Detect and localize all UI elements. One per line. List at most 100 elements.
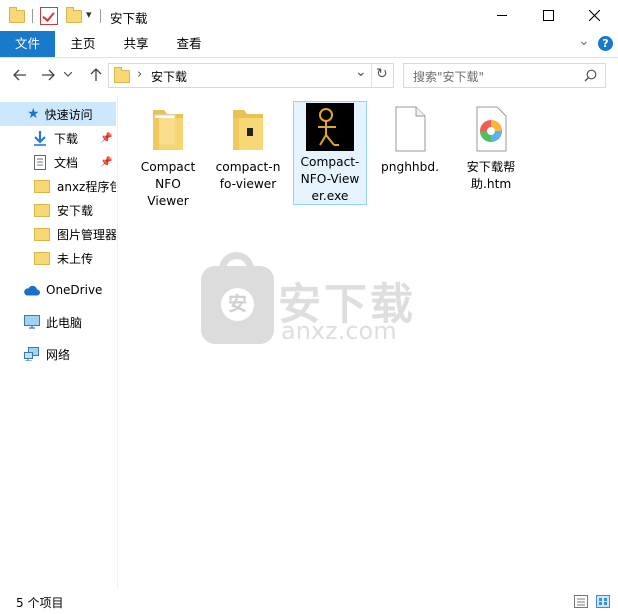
sidebar-item-label: 未上传 [57, 251, 94, 266]
pin-icon: 📌 [100, 132, 113, 144]
sidebar-item-label: 安下载 [57, 203, 94, 218]
file-name-line: Compact- [300, 155, 360, 169]
htm-file-icon [476, 106, 507, 152]
folder-icon [34, 251, 50, 265]
file-item-pnghhbd[interactable]: pnghhbd. [374, 102, 446, 176]
sidebar-item-label: 快速访问 [44, 107, 93, 122]
file-item-compact-nfo-viewer-exe[interactable]: Compact- NFO-View er.exe [293, 101, 367, 205]
sidebar-item-this-pc[interactable]: 此电脑 [0, 310, 116, 334]
address-dropdown-chevron-icon[interactable]: ⌄ [355, 64, 367, 80]
refresh-icon[interactable]: ↻ [376, 66, 388, 82]
sidebar-item-label: OneDrive [46, 283, 103, 297]
sidebar-item-label: 下载 [54, 131, 79, 146]
watermark-subtext: anxz.com [281, 317, 397, 345]
divider [371, 64, 372, 87]
file-name: 安下载帮 助.htm [455, 159, 527, 193]
properties-check-icon[interactable] [40, 7, 58, 25]
sidebar-item-label: anxz程序包 [57, 179, 116, 194]
chevron-down-icon [64, 72, 72, 77]
sidebar-item-onedrive[interactable]: OneDrive [0, 278, 116, 302]
nfo-figure-icon [318, 108, 339, 146]
folder-icon [34, 203, 50, 217]
sidebar-item-label: 图片管理器 [57, 227, 116, 242]
sidebar-item-label: 网络 [46, 347, 71, 362]
tab-file[interactable]: 文件 [0, 31, 55, 57]
forward-arrow-icon [42, 69, 55, 81]
file-name: Compact NFO Viewer [132, 159, 204, 210]
search-input[interactable]: 搜索"安下载" [413, 68, 484, 85]
watermark-badge: 安 [221, 288, 254, 321]
file-name-line: 助.htm [470, 177, 512, 191]
document-icon [34, 154, 46, 170]
back-button[interactable] [9, 64, 31, 86]
sidebar-item-label: 此电脑 [46, 315, 83, 330]
close-icon [588, 10, 600, 21]
file-item-compact-nfo-viewer-folder[interactable]: Compact NFO Viewer [132, 102, 204, 210]
sidebar-item-anxiazai[interactable]: 安下载 [0, 198, 116, 222]
star-icon: ★ [27, 106, 40, 122]
window-title: 安下载 [110, 11, 148, 26]
application-icon [306, 103, 354, 151]
sidebar-item-documents[interactable]: 文档 📌 [0, 150, 116, 174]
file-name-line: Viewer [147, 194, 189, 208]
tab-share[interactable]: 共享 [116, 31, 156, 57]
download-arrow-icon [34, 130, 46, 146]
file-name-line: NFO-View [300, 172, 360, 186]
sidebar-item-not-uploaded[interactable]: 未上传 [0, 246, 116, 270]
file-name-line: fo-viewer [219, 177, 277, 191]
minimize-icon [497, 15, 507, 16]
details-view-icon[interactable] [574, 595, 588, 608]
large-icons-view-icon[interactable] [596, 595, 610, 608]
file-name: Compact- NFO-View er.exe [294, 154, 366, 205]
blank-file-icon [395, 106, 426, 152]
search-icon[interactable] [584, 69, 597, 82]
customize-quick-access-dropdown[interactable]: ▾ [86, 8, 92, 21]
file-name-line: pnghhbd. [381, 160, 439, 174]
item-count: 5 个项目 [16, 596, 64, 610]
address-location[interactable]: 安下载 [151, 68, 187, 85]
navigation-pane: ★ 快速访问 下载 📌 文档 📌 anxz程序包 安下载 图片管理器 未上传 O… [0, 96, 117, 590]
cloud-icon [24, 285, 40, 295]
folder-icon [34, 179, 50, 193]
toolbar-separator [100, 9, 101, 23]
tab-view[interactable]: 查看 [169, 31, 209, 57]
folder-icon [233, 110, 263, 150]
watermark-logo: 安 [201, 252, 274, 344]
minimize-button[interactable] [479, 0, 525, 31]
forward-button[interactable] [37, 64, 59, 86]
maximize-icon [542, 10, 554, 21]
file-name: compact-n fo-viewer [212, 159, 284, 193]
close-button[interactable] [571, 0, 617, 31]
folder-icon [153, 110, 183, 150]
file-item-help-htm[interactable]: 安下载帮 助.htm [455, 102, 527, 193]
up-button[interactable] [85, 64, 107, 86]
new-folder-icon[interactable] [66, 7, 82, 23]
back-arrow-icon [13, 69, 26, 81]
file-name-line: 安下载帮 [466, 160, 516, 174]
folder-icon [34, 227, 50, 241]
maximize-button[interactable] [525, 0, 571, 31]
file-name: pnghhbd. [374, 159, 446, 176]
help-icon[interactable]: ? [598, 36, 613, 51]
status-bar: 5 个项目 [0, 590, 618, 614]
sidebar-item-network[interactable]: 网络 [0, 342, 116, 366]
file-name-line: NFO [155, 177, 181, 191]
sidebar-item-anxz[interactable]: anxz程序包 [0, 174, 116, 198]
expand-ribbon-chevron-icon[interactable]: ⌄ [578, 33, 590, 49]
sidebar-item-downloads[interactable]: 下载 📌 [0, 126, 116, 150]
sidebar-item-quick-access[interactable]: ★ 快速访问 [0, 102, 116, 126]
toolbar-separator [32, 9, 33, 23]
search-box[interactable]: 搜索"安下载" [403, 63, 606, 88]
tab-home[interactable]: 主页 [63, 31, 103, 57]
file-name-line: compact-n [215, 160, 281, 174]
up-arrow-icon [90, 68, 102, 81]
path-separator[interactable]: › [137, 67, 142, 82]
computer-icon [24, 315, 40, 329]
title-bar: ▾ 安下载 [0, 0, 618, 31]
address-bar[interactable]: › 安下载 ⌄ ↻ [108, 63, 394, 88]
file-item-compact-nfo-viewer-folder-2[interactable]: compact-n fo-viewer [212, 102, 284, 193]
recent-locations-button[interactable] [61, 64, 75, 86]
file-list: 安 安下载 anxz.com Compact NFO Viewer compac… [118, 96, 618, 590]
sidebar-item-pictures-manager[interactable]: 图片管理器 [0, 222, 116, 246]
network-icon [24, 347, 39, 361]
